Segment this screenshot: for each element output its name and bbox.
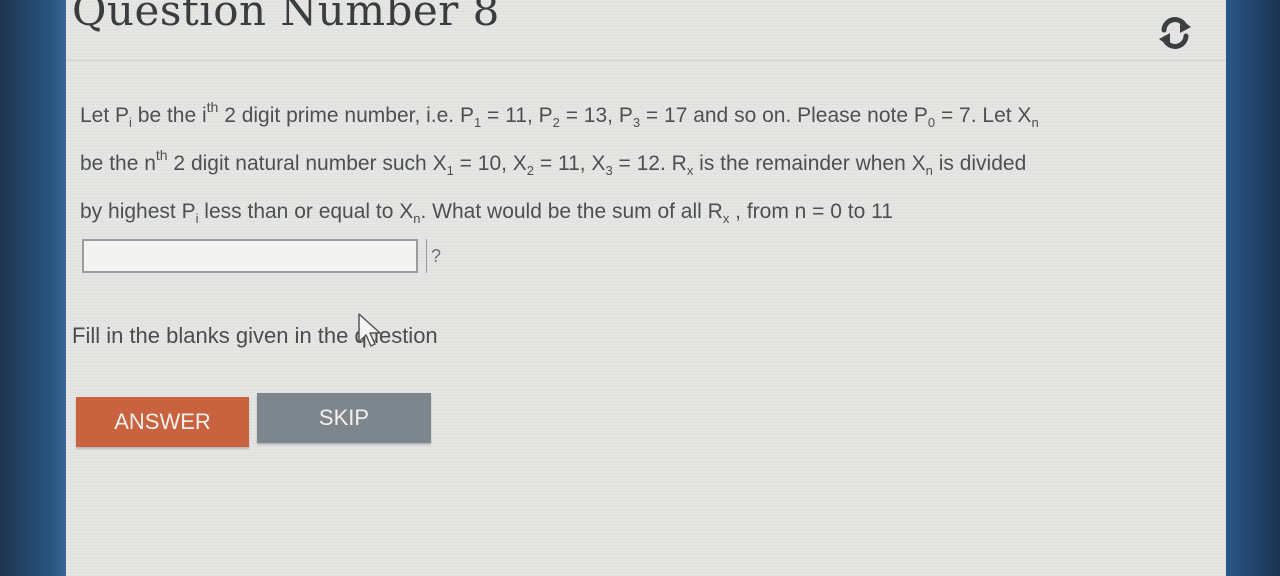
refresh-icon[interactable] — [1156, 14, 1194, 52]
question-text-segment: 3 — [632, 115, 641, 130]
question-text-segment: = 13, P — [559, 104, 633, 127]
question-text-segment: 2 digit natural number such X — [167, 152, 447, 175]
question-text-segment: be the n — [80, 152, 156, 175]
question-text-segment: 1 — [446, 163, 454, 178]
question-text-segment: . What would be the sum of all R — [420, 200, 723, 223]
question-line-2: be the nth 2 digit natural number such X… — [80, 140, 1200, 188]
question-line-3: by highest Pi less than or equal to Xn. … — [80, 188, 1200, 236]
question-text-segment: th — [155, 147, 168, 163]
question-text-segment: 3 — [605, 163, 613, 178]
page-title: Question Number 8 — [72, 0, 500, 35]
question-text-segment: is the remainder when X — [693, 152, 926, 175]
quiz-screen: Question Number 8 Let Pi be the ith 2 di… — [66, 0, 1226, 576]
question-text-segment: 2 — [552, 115, 560, 130]
question-text-segment: less than or equal to X — [198, 200, 414, 223]
question-text-segment: , from n = 0 to 11 — [729, 200, 893, 223]
question-line-1: Let Pi be the ith 2 digit prime number, … — [80, 92, 1200, 140]
answer-button[interactable]: ANSWER — [76, 397, 249, 447]
question-text-segment: n — [1031, 115, 1039, 130]
mouse-cursor-icon — [358, 313, 381, 347]
question-text-segment: 2 — [526, 163, 535, 178]
question-text-segment: n — [925, 163, 933, 178]
question-text-segment: = 10, X — [453, 152, 527, 175]
question-text-segment: = 12. R — [612, 152, 687, 175]
question-text-segment: th — [206, 99, 219, 115]
question-text-segment: = 7. Let X — [935, 104, 1032, 127]
answer-input[interactable] — [82, 239, 418, 273]
question-text-segment: = 11, X — [534, 152, 606, 175]
skip-button[interactable]: SKIP — [257, 393, 431, 443]
question-text-segment: by highest P — [80, 200, 196, 223]
question-text: Let Pi be the ith 2 digit prime number, … — [80, 92, 1200, 236]
question-text-segment: n — [413, 211, 421, 226]
question-text-segment: Let P — [80, 104, 130, 127]
question-text-segment: be the i — [131, 104, 207, 127]
answer-row: ? — [82, 236, 445, 276]
question-text-segment: is divided — [932, 152, 1027, 175]
question-text-segment: 2 digit prime number, i.e. P — [218, 104, 474, 127]
question-text-segment: = 11, P — [481, 104, 553, 127]
question-text-segment: = 17 and so on. Please note P — [640, 104, 928, 127]
header: Question Number 8 — [66, 0, 1226, 61]
help-mark[interactable]: ? — [426, 239, 445, 273]
